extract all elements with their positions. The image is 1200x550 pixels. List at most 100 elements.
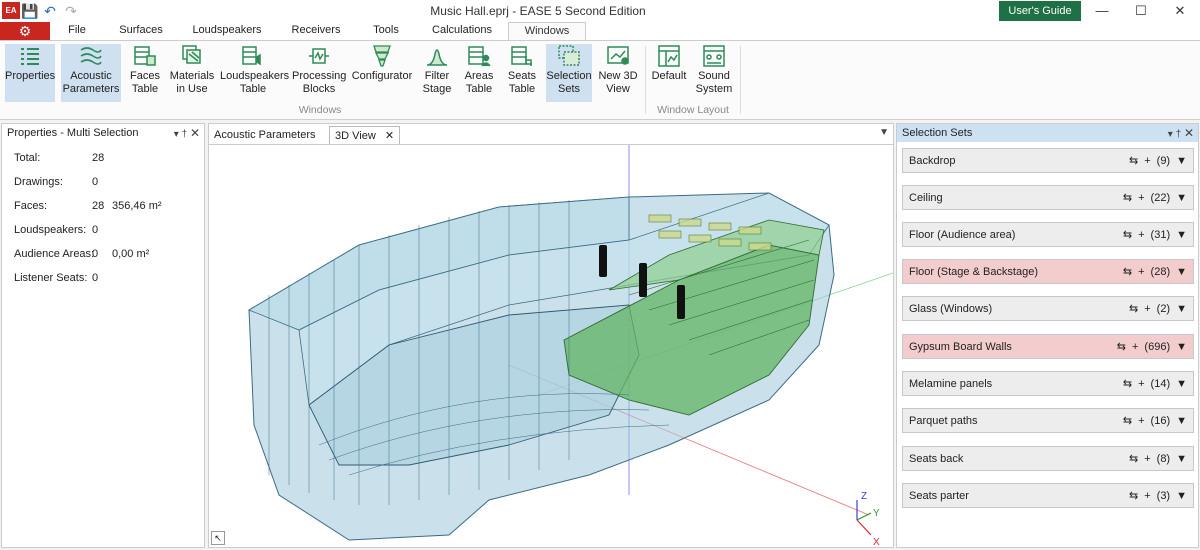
axis-gizmo: Z Y X	[856, 491, 880, 547]
add-icon[interactable]: +	[1144, 453, 1150, 465]
properties-panel-header: Properties - Multi Selection ▾ † ✕	[2, 124, 204, 142]
swap-icon[interactable]: ⇆	[1117, 341, 1126, 353]
tab-receivers[interactable]: Receivers	[284, 22, 348, 40]
pin-icon[interactable]: †	[1176, 129, 1182, 140]
add-icon[interactable]: +	[1138, 415, 1144, 427]
acoustic-parameters-icon	[80, 47, 102, 65]
default-layout-icon	[658, 45, 680, 67]
expand-arrow-icon[interactable]: ▼	[1176, 415, 1187, 427]
swap-icon[interactable]: ⇆	[1123, 415, 1132, 427]
pin-icon[interactable]: †	[182, 129, 188, 140]
selection-set-gypsum-walls[interactable]: Gypsum Board Walls ⇆ + (696) ▼	[902, 334, 1194, 359]
group-separator	[740, 46, 741, 114]
button-label: View	[606, 83, 630, 95]
swap-icon[interactable]: ⇆	[1129, 303, 1138, 315]
document-area: Acoustic Parameters 3D View ✕ ▼ Z Y X ↖	[208, 123, 894, 548]
faces-table-button[interactable]: Faces Table	[127, 44, 163, 102]
close-tab-icon[interactable]: ✕	[385, 130, 394, 142]
selection-set-ceiling[interactable]: Ceiling ⇆ + (22) ▼	[902, 185, 1194, 210]
selection-set-glass[interactable]: Glass (Windows) ⇆ + (2) ▼	[902, 296, 1194, 321]
expand-arrow-icon[interactable]: ▼	[1176, 490, 1187, 502]
swap-icon[interactable]: ⇆	[1123, 229, 1132, 241]
selection-set-seats-parter[interactable]: Seats parter ⇆ + (3) ▼	[902, 483, 1194, 508]
expand-arrow-icon[interactable]: ▼	[1176, 155, 1187, 167]
sound-system-layout-button[interactable]: Sound System	[694, 44, 734, 102]
configurator-button[interactable]: Configurator	[351, 44, 413, 102]
swap-icon[interactable]: ⇆	[1129, 453, 1138, 465]
properties-button[interactable]: Properties	[5, 44, 55, 102]
expand-arrow-icon[interactable]: ▼	[1176, 192, 1187, 204]
selection-set-seats-back[interactable]: Seats back ⇆ + (8) ▼	[902, 446, 1194, 471]
minimize-button[interactable]: —	[1082, 1, 1122, 21]
maximize-button[interactable]: ☐	[1121, 1, 1161, 21]
processing-blocks-button[interactable]: Processing Blocks	[292, 44, 346, 102]
selection-set-count: (14)	[1150, 378, 1171, 390]
close-button[interactable]: ✕	[1160, 1, 1200, 21]
selection-set-name: Ceiling	[909, 192, 943, 204]
prop-value-listener-seats: 0	[92, 272, 99, 284]
swap-icon[interactable]: ⇆	[1123, 192, 1132, 204]
swap-icon[interactable]: ⇆	[1123, 266, 1132, 278]
prop-extra-audience-areas: 0,00 m²	[112, 248, 150, 260]
swap-icon[interactable]: ⇆	[1123, 378, 1132, 390]
swap-icon[interactable]: ⇆	[1129, 490, 1138, 502]
dropdown-icon[interactable]: ▾	[1168, 129, 1173, 140]
dropdown-icon[interactable]: ▾	[174, 129, 179, 140]
button-label: Configurator	[351, 70, 413, 82]
button-label: System	[695, 83, 733, 95]
selection-set-parquet[interactable]: Parquet paths ⇆ + (16) ▼	[902, 408, 1194, 433]
expand-arrow-icon[interactable]: ▼	[1176, 303, 1187, 315]
selection-set-backdrop[interactable]: Backdrop ⇆ + (9) ▼	[902, 148, 1194, 173]
tab-surfaces[interactable]: Surfaces	[112, 22, 170, 40]
pointer-tool-icon[interactable]: ↖	[211, 531, 225, 545]
prop-value-drawings: 0	[92, 176, 99, 188]
button-label: Seats	[507, 70, 537, 82]
tab-calculations[interactable]: Calculations	[424, 22, 500, 40]
add-icon[interactable]: +	[1138, 192, 1144, 204]
expand-arrow-icon[interactable]: ▼	[1176, 453, 1187, 465]
selection-set-floor-stage[interactable]: Floor (Stage & Backstage) ⇆ + (28) ▼	[902, 259, 1194, 284]
selection-sets-header: Selection Sets ▾ † ✕	[897, 124, 1198, 142]
expand-arrow-icon[interactable]: ▼	[1176, 229, 1187, 241]
acoustic-parameters-button[interactable]: Acoustic Parameters	[61, 44, 121, 102]
selection-set-melamine[interactable]: Melamine panels ⇆ + (14) ▼	[902, 371, 1194, 396]
add-icon[interactable]: +	[1144, 303, 1150, 315]
group-label-window-layout: Window Layout	[657, 104, 729, 116]
swap-icon[interactable]: ⇆	[1129, 155, 1138, 167]
expand-arrow-icon[interactable]: ▼	[1176, 266, 1187, 278]
tab-list-dropdown-icon[interactable]: ▼	[879, 127, 889, 138]
expand-arrow-icon[interactable]: ▼	[1176, 341, 1187, 353]
seats-table-button[interactable]: Seats Table	[504, 44, 540, 102]
ribbon: Properties Acoustic Parameters Faces Tab…	[0, 40, 1200, 120]
tab-3d-view[interactable]: 3D View ✕	[329, 126, 401, 144]
selection-sets-button[interactable]: Selection Sets	[546, 44, 592, 102]
tab-windows[interactable]: Windows	[508, 22, 586, 40]
tab-acoustic-parameters[interactable]: Acoustic Parameters	[209, 126, 320, 144]
tab-tools[interactable]: Tools	[364, 22, 408, 40]
add-icon[interactable]: +	[1132, 341, 1138, 353]
prop-value-total: 28	[92, 152, 105, 164]
tab-loudspeakers[interactable]: Loudspeakers	[186, 22, 268, 40]
areas-table-button[interactable]: Areas Table	[461, 44, 497, 102]
add-icon[interactable]: +	[1138, 378, 1144, 390]
faces-table-icon	[134, 46, 156, 66]
default-layout-button[interactable]: Default	[650, 44, 688, 102]
expand-arrow-icon[interactable]: ▼	[1176, 378, 1187, 390]
tab-file[interactable]: File	[58, 22, 96, 40]
properties-panel: Properties - Multi Selection ▾ † ✕ Total…	[1, 123, 205, 548]
filter-stage-button[interactable]: Filter Stage	[419, 44, 455, 102]
close-icon[interactable]: ✕	[1184, 126, 1194, 140]
close-icon[interactable]: ✕	[190, 126, 200, 140]
users-guide-button[interactable]: User's Guide	[999, 1, 1081, 21]
selection-set-floor-audience[interactable]: Floor (Audience area) ⇆ + (31) ▼	[902, 222, 1194, 247]
add-icon[interactable]: +	[1144, 155, 1150, 167]
loudspeakers-table-button[interactable]: Loudspeakers Table	[220, 44, 289, 102]
button-label: New 3D	[598, 70, 638, 82]
settings-gear-icon[interactable]: ⚙	[0, 22, 50, 40]
materials-in-use-button[interactable]: Materials in Use	[169, 44, 215, 102]
3d-viewport[interactable]: Z Y X ↖	[209, 144, 893, 547]
add-icon[interactable]: +	[1138, 266, 1144, 278]
add-icon[interactable]: +	[1144, 490, 1150, 502]
new-3d-view-button[interactable]: New 3D View	[597, 44, 639, 102]
add-icon[interactable]: +	[1138, 229, 1144, 241]
